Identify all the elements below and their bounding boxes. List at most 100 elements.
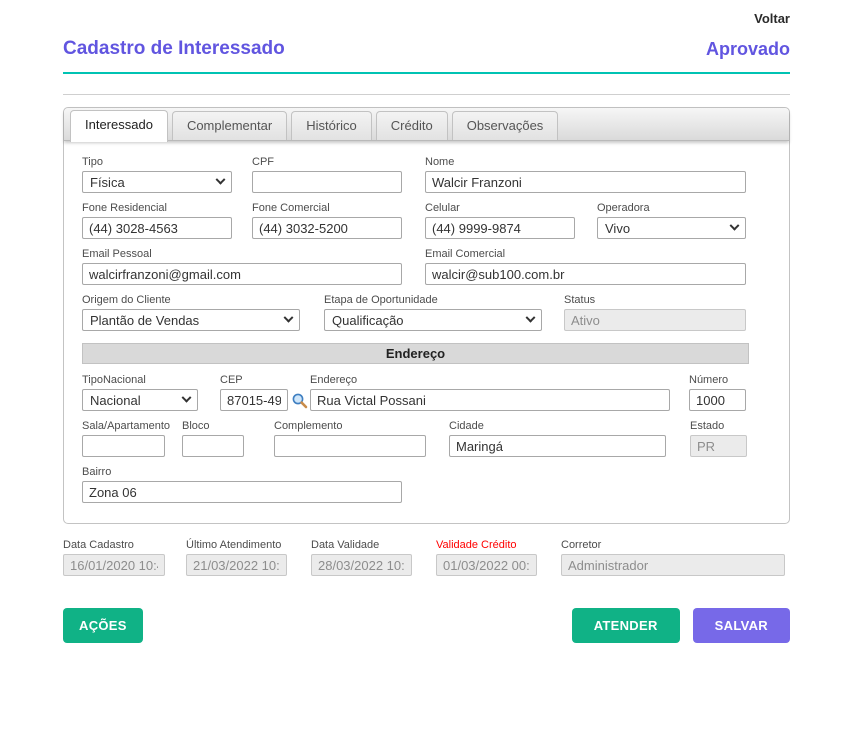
back-link[interactable]: Voltar: [754, 11, 790, 26]
field-email-pessoal: Email Pessoal: [82, 248, 402, 285]
action-bar: AÇÕES ATENDER SALVAR: [63, 608, 790, 643]
chevron-down-icon: [182, 392, 192, 402]
cep-input[interactable]: [220, 389, 288, 411]
numero-label: Número: [689, 374, 746, 386]
email-comercial-input[interactable]: [425, 263, 746, 285]
data-cadastro-input: [63, 554, 165, 576]
origem-value: Plantão de Vendas: [90, 313, 199, 328]
field-status: Status: [564, 294, 746, 331]
etapa-label: Etapa de Oportunidade: [324, 294, 542, 306]
field-endereco: Endereço: [310, 374, 670, 411]
field-ultimo-atendimento: Último Atendimento: [186, 539, 287, 576]
field-cep: CEP: [220, 374, 310, 411]
bloco-label: Bloco: [182, 420, 244, 432]
tipo-nacional-select[interactable]: Nacional: [82, 389, 198, 411]
celular-input[interactable]: [425, 217, 575, 239]
atender-button[interactable]: ATENDER: [572, 608, 680, 643]
field-data-cadastro: Data Cadastro: [63, 539, 165, 576]
tipo-select[interactable]: Física: [82, 171, 232, 193]
tipo-label: Tipo: [82, 156, 232, 168]
field-fone-residencial: Fone Residencial: [82, 202, 232, 239]
cidade-label: Cidade: [449, 420, 666, 432]
data-cadastro-label: Data Cadastro: [63, 539, 165, 551]
corretor-label: Corretor: [561, 539, 785, 551]
complemento-input[interactable]: [274, 435, 426, 457]
fone-residencial-input[interactable]: [82, 217, 232, 239]
field-operadora: Operadora Vivo: [597, 202, 746, 239]
chevron-down-icon: [730, 220, 740, 230]
field-validade-credito: Validade Crédito: [436, 539, 537, 576]
bairro-input[interactable]: [82, 481, 402, 503]
page: Voltar Cadastro de Interessado Aprovado …: [63, 0, 790, 643]
field-complemento: Complemento: [274, 420, 426, 457]
operadora-select[interactable]: Vivo: [597, 217, 746, 239]
bloco-input[interactable]: [182, 435, 244, 457]
chevron-down-icon: [526, 312, 536, 322]
salvar-button[interactable]: SALVAR: [693, 608, 790, 643]
spacer: [143, 608, 572, 643]
validade-credito-input: [436, 554, 537, 576]
field-cpf: CPF: [252, 156, 402, 193]
field-tipo-nacional: TipoNacional Nacional: [82, 374, 198, 411]
ultimo-atendimento-label: Último Atendimento: [186, 539, 287, 551]
cpf-label: CPF: [252, 156, 402, 168]
fone-comercial-label: Fone Comercial: [252, 202, 402, 214]
sala-input[interactable]: [82, 435, 165, 457]
endereco-input[interactable]: [310, 389, 670, 411]
chevron-down-icon: [216, 174, 226, 184]
sala-label: Sala/Apartamento: [82, 420, 165, 432]
tab-credito[interactable]: Crédito: [376, 111, 448, 140]
email-pessoal-input[interactable]: [82, 263, 402, 285]
search-icon[interactable]: [291, 392, 308, 409]
tab-content-interessado: Tipo Física CPF Nome Fone Reside: [64, 141, 789, 523]
operadora-value: Vivo: [605, 221, 630, 236]
nome-input[interactable]: [425, 171, 746, 193]
status-input: [564, 309, 746, 331]
footer-fields: Data Cadastro Último Atendimento Data Va…: [63, 539, 790, 576]
tab-complementar[interactable]: Complementar: [172, 111, 287, 140]
field-fone-comercial: Fone Comercial: [252, 202, 402, 239]
celular-label: Celular: [425, 202, 575, 214]
validade-credito-label: Validade Crédito: [436, 539, 537, 551]
field-email-comercial: Email Comercial: [425, 248, 746, 285]
tab-interessado[interactable]: Interessado: [70, 110, 168, 142]
corretor-input: [561, 554, 785, 576]
etapa-value: Qualificação: [332, 313, 404, 328]
field-data-validade: Data Validade: [311, 539, 412, 576]
origem-select[interactable]: Plantão de Vendas: [82, 309, 300, 331]
data-validade-label: Data Validade: [311, 539, 412, 551]
field-etapa: Etapa de Oportunidade Qualificação: [324, 294, 542, 331]
field-numero: Número: [689, 374, 746, 411]
field-estado: Estado: [690, 420, 747, 457]
tab-observacoes[interactable]: Observações: [452, 111, 559, 140]
acoes-button[interactable]: AÇÕES: [63, 608, 143, 643]
field-origem: Origem do Cliente Plantão de Vendas: [82, 294, 300, 331]
status-approved-label: Aprovado: [706, 39, 790, 60]
etapa-select[interactable]: Qualificação: [324, 309, 542, 331]
chevron-down-icon: [284, 312, 294, 322]
cidade-input[interactable]: [449, 435, 666, 457]
endereco-section-header: Endereço: [82, 343, 749, 364]
status-label: Status: [564, 294, 746, 306]
page-header: Cadastro de Interessado Aprovado: [63, 38, 790, 74]
fone-comercial-input[interactable]: [252, 217, 402, 239]
field-bloco: Bloco: [182, 420, 244, 457]
cep-label: CEP: [220, 374, 310, 386]
tabstrip: Interessado Complementar Histórico Crédi…: [64, 108, 789, 141]
data-validade-input: [311, 554, 412, 576]
tipo-nacional-label: TipoNacional: [82, 374, 198, 386]
endereco-label: Endereço: [310, 374, 670, 386]
numero-input[interactable]: [689, 389, 746, 411]
estado-input: [690, 435, 747, 457]
field-cidade: Cidade: [449, 420, 666, 457]
tab-historico[interactable]: Histórico: [291, 111, 372, 140]
origem-label: Origem do Cliente: [82, 294, 300, 306]
tipo-nacional-value: Nacional: [90, 393, 141, 408]
email-pessoal-label: Email Pessoal: [82, 248, 402, 260]
email-comercial-label: Email Comercial: [425, 248, 746, 260]
field-sala: Sala/Apartamento: [82, 420, 165, 457]
cpf-input[interactable]: [252, 171, 402, 193]
field-nome: Nome: [425, 156, 746, 193]
bairro-label: Bairro: [82, 466, 402, 478]
page-title: Cadastro de Interessado: [63, 38, 285, 60]
